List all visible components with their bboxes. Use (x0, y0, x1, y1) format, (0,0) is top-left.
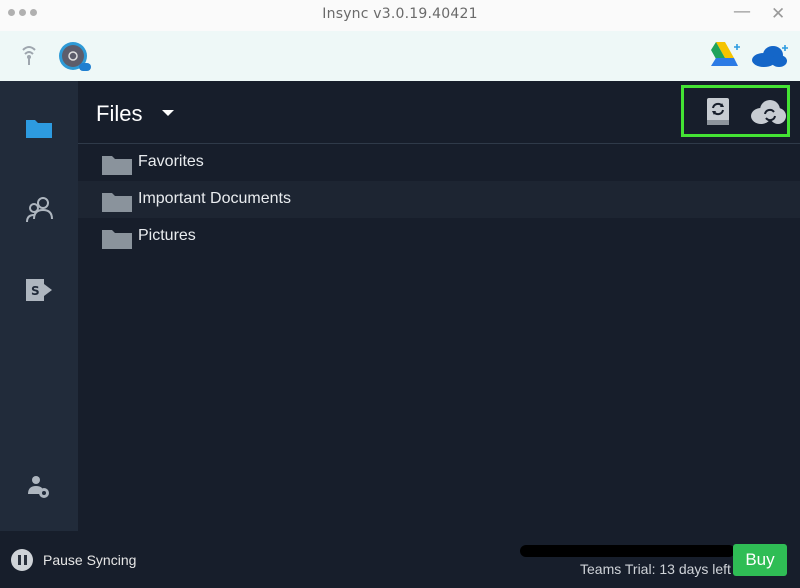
google-drive-add-icon[interactable] (708, 42, 742, 72)
page-title[interactable]: Files (96, 101, 142, 127)
window-title: Insync v3.0.19.40421 (322, 6, 478, 22)
file-list: Favorites Important Documents Pictures (78, 144, 800, 255)
folder-icon (102, 156, 132, 175)
sidebar-item-account-settings[interactable] (0, 474, 78, 500)
local-sync-icon[interactable] (705, 97, 731, 131)
wifi-icon[interactable] (20, 44, 38, 70)
list-item[interactable]: Important Documents (78, 181, 800, 218)
sidebar-item-sharepoint[interactable]: S (0, 276, 78, 304)
file-name: Pictures (138, 227, 196, 244)
minimize-button[interactable]: — (733, 1, 751, 22)
onedrive-badge-icon (79, 63, 91, 71)
chevron-down-icon[interactable] (162, 110, 174, 116)
file-name: Important Documents (138, 190, 291, 207)
title-bar: Insync v3.0.19.40421 — ✕ (0, 0, 800, 31)
avatar[interactable] (59, 42, 91, 71)
sidebar-item-shared[interactable] (0, 195, 78, 225)
cloud-sync-icon[interactable] (749, 99, 787, 129)
buy-button[interactable]: Buy (733, 544, 787, 576)
main-header: Files (78, 81, 800, 144)
people-icon (26, 197, 53, 223)
account-bar (0, 31, 800, 81)
pause-syncing-button[interactable]: Pause Syncing (43, 552, 136, 568)
folder-icon (102, 193, 132, 212)
folder-icon (26, 120, 52, 138)
svg-text:S: S (31, 284, 40, 298)
redacted-email (520, 545, 735, 557)
list-item[interactable]: Favorites (78, 144, 800, 181)
footer: Pause Syncing Teams Trial: 13 days left … (0, 531, 800, 588)
close-button[interactable]: ✕ (771, 4, 785, 24)
user-settings-icon (28, 476, 49, 498)
list-item[interactable]: Pictures (78, 218, 800, 255)
onedrive-add-icon[interactable] (750, 43, 790, 73)
sidebar: S (0, 81, 78, 531)
folder-icon (102, 230, 132, 249)
file-name: Favorites (138, 153, 204, 170)
sharepoint-icon: S (26, 279, 52, 301)
pause-icon[interactable] (11, 549, 33, 571)
main-panel: Files Favorites Important Documents Pict… (78, 81, 800, 531)
sidebar-item-files[interactable] (0, 117, 78, 139)
trial-status: Teams Trial: 13 days left (580, 561, 731, 577)
